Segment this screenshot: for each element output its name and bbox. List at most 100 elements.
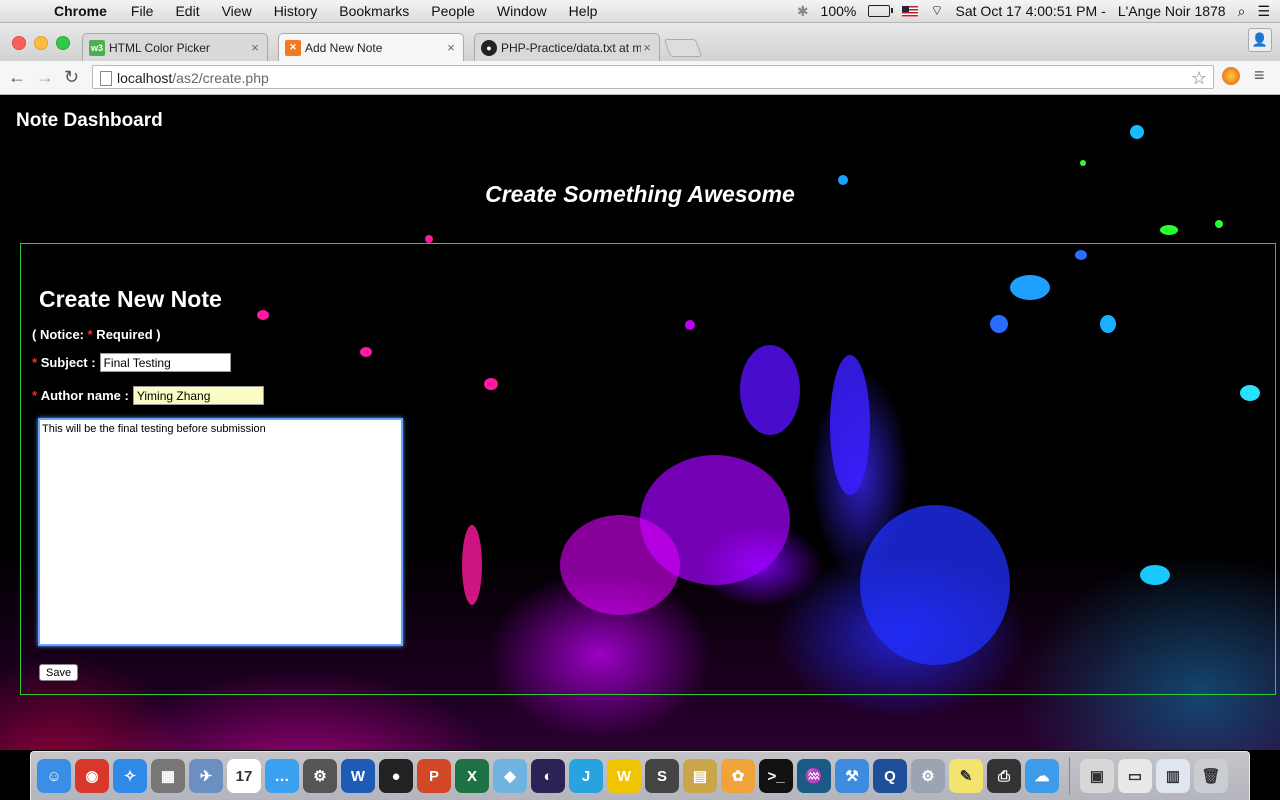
url-path: /as2/create.php [172, 70, 269, 86]
finder-icon[interactable]: ☺ [37, 759, 71, 793]
menu-window[interactable]: Window [497, 3, 547, 19]
menu-bar: Chrome File Edit View History Bookmarks … [0, 0, 1280, 23]
subject-label: Subject : [40, 355, 96, 370]
extension-icon[interactable] [1222, 67, 1240, 85]
word-icon[interactable]: W [341, 759, 375, 793]
bookmark-star-icon[interactable]: ☆ [1191, 66, 1207, 90]
page-icon [100, 71, 112, 86]
excel-icon[interactable]: X [455, 759, 489, 793]
wifi-icon[interactable]: ⌔ [930, 2, 943, 20]
notification-center-icon[interactable]: ☰ [1257, 3, 1270, 20]
new-tab-button[interactable] [663, 39, 703, 57]
note-content-textarea[interactable]: This will be the final testing before su… [38, 418, 403, 646]
calculator-icon[interactable]: ▦ [151, 759, 185, 793]
browser-toolbar: ← → ↻ localhost/as2/create.php ☆ ≡ [0, 61, 1280, 95]
cube-app-icon[interactable]: ◆ [493, 759, 527, 793]
calendar-icon[interactable]: 17 [227, 759, 261, 793]
tab-add-new-note[interactable]: ✕ Add New Note × [278, 33, 464, 61]
sublime-text-icon[interactable]: S [645, 759, 679, 793]
tab-title: HTML Color Picker [109, 40, 210, 55]
messages-icon[interactable]: … [265, 759, 299, 793]
quicktime-icon[interactable]: Q [873, 759, 907, 793]
system-preferences-icon[interactable]: ⚙ [303, 759, 337, 793]
menu-people[interactable]: People [431, 3, 475, 19]
close-window-icon[interactable] [12, 36, 26, 50]
tab-title: PHP-Practice/data.txt at m [501, 40, 641, 55]
photos-icon[interactable]: ✿ [721, 759, 755, 793]
tab-html-color-picker[interactable]: w3 HTML Color Picker × [82, 33, 268, 61]
bluetooth-icon[interactable]: ✱ [797, 3, 809, 20]
dock: ☺ ◉ ✧ ▦ ✈ 17… ⚙ W ● P X ◆ ◐ J W S ▤ ✿ >_ ♒ ⚒ Q ⚙ ✎ ⎙ ☁ ▣ ▭ ▥ 🗑 [30, 751, 1250, 800]
mysql-workbench-icon[interactable]: ♒ [797, 759, 831, 793]
input-source-flag-icon[interactable] [902, 5, 919, 17]
form-heading: Create New Note [39, 286, 222, 312]
disk-utility-icon[interactable]: ⚙ [911, 759, 945, 793]
battery-percent[interactable]: 100% [821, 3, 857, 19]
notice-prefix: ( Notice: [32, 327, 88, 342]
status-area: ✱ 100% ⌔ Sat Oct 17 4:00:51 PM - L'Ange … [796, 2, 1270, 20]
tab-strip: w3 HTML Color Picker × ✕ Add New Note × … [0, 23, 1280, 61]
minimize-window-icon[interactable] [34, 36, 48, 50]
author-label: Author name : [40, 388, 129, 403]
profile-icon[interactable]: 👤 [1248, 28, 1272, 52]
qq-icon[interactable]: ● [379, 759, 413, 793]
save-button[interactable]: Save [39, 664, 79, 681]
subject-input[interactable] [99, 353, 231, 372]
menu-app-name[interactable]: Chrome [54, 3, 107, 19]
xcode-icon[interactable]: ⚒ [835, 759, 869, 793]
menu-history[interactable]: History [274, 3, 318, 19]
author-name-input[interactable] [132, 386, 264, 405]
wps-icon[interactable]: W [607, 759, 641, 793]
menu-bookmarks[interactable]: Bookmarks [339, 3, 409, 19]
notice-suffix: Required ) [92, 327, 161, 342]
hero-title: Create Something Awesome [485, 181, 795, 207]
required-asterisk: * [32, 388, 38, 403]
tab-close-icon[interactable]: × [249, 40, 261, 55]
required-notice: ( Notice: * Required ) [32, 327, 161, 342]
menu-file[interactable]: File [131, 3, 154, 19]
chrome-icon[interactable]: ◉ [75, 759, 109, 793]
stickies-icon[interactable]: ✎ [949, 759, 983, 793]
url-host: localhost [117, 70, 173, 86]
xampp-favicon-icon: ✕ [285, 39, 301, 56]
spotlight-search-icon[interactable]: ⌕ [1238, 3, 1246, 20]
battery-icon[interactable] [868, 5, 894, 17]
printer-icon[interactable]: ⎙ [987, 759, 1021, 793]
powerpoint-icon[interactable]: P [417, 759, 451, 793]
menu-help[interactable]: Help [569, 3, 598, 19]
archive-stack-icon[interactable]: ▣ [1080, 759, 1114, 793]
address-bar[interactable]: localhost/as2/create.php ☆ [92, 65, 1214, 89]
menu-view[interactable]: View [222, 3, 252, 19]
zoom-window-icon[interactable] [56, 36, 70, 50]
reload-icon[interactable]: ↻ [64, 67, 79, 88]
dashboard-title-link[interactable]: Note Dashboard [16, 110, 163, 132]
user-name[interactable]: L'Ange Noir 1878 [1118, 3, 1226, 19]
page-viewport: Note Dashboard Create Something Awesome … [0, 95, 1280, 750]
archive-utility-icon[interactable]: ▤ [683, 759, 717, 793]
preview-icon[interactable]: ✈ [189, 759, 223, 793]
terminal-icon[interactable]: >_ [759, 759, 793, 793]
documents-stack-icon[interactable]: ▭ [1118, 759, 1152, 793]
tab-close-icon[interactable]: × [641, 40, 653, 55]
downloads-stack-icon[interactable]: ▥ [1156, 759, 1190, 793]
tab-close-icon[interactable]: × [445, 40, 457, 55]
menu-edit[interactable]: Edit [175, 3, 199, 19]
github-favicon-icon: ● [481, 39, 497, 56]
required-asterisk: * [32, 355, 38, 370]
clock[interactable]: Sat Oct 17 4:00:51 PM [956, 3, 1098, 19]
back-arrow-icon[interactable]: ← [8, 67, 26, 88]
safari-icon[interactable]: ✧ [113, 759, 147, 793]
eclipse-icon[interactable]: ◐ [531, 759, 565, 793]
w3schools-favicon-icon: w3 [89, 39, 105, 56]
tab-php-practice[interactable]: ● PHP-Practice/data.txt at m × [474, 33, 660, 61]
author-row: * Author name : [32, 386, 264, 405]
subject-row: * Subject : [32, 353, 231, 372]
forward-arrow-icon[interactable]: → [36, 67, 54, 88]
icloud-icon[interactable]: ☁ [1025, 759, 1059, 793]
jetbrains-icon[interactable]: J [569, 759, 603, 793]
trash-icon[interactable]: 🗑 [1194, 759, 1228, 793]
create-note-form: Create New Note ( Notice: * Required ) *… [20, 243, 1276, 695]
window-controls [12, 36, 70, 50]
tab-title: Add New Note [305, 40, 383, 55]
chrome-menu-icon[interactable]: ≡ [1254, 65, 1265, 86]
